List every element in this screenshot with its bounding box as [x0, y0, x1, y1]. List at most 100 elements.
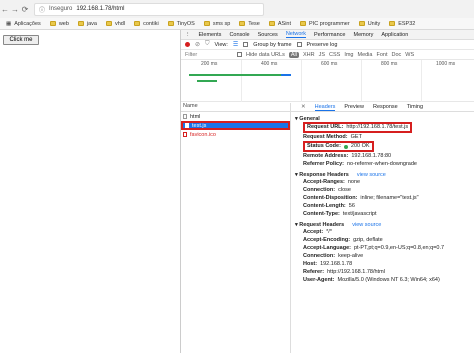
- bookmark-label: ESP32: [398, 20, 416, 27]
- devtools-tabs: ⋮ Elements Console Sources Network Perfo…: [181, 30, 474, 40]
- bookmark-item[interactable]: TinyOS: [167, 20, 195, 27]
- filter-type-js[interactable]: JS: [319, 52, 325, 58]
- address-label: Inseguro: [49, 6, 73, 12]
- hide-data-urls-label: Hide data URLs: [246, 51, 285, 58]
- bookmark-item[interactable]: Tese: [239, 21, 260, 27]
- tab-sources[interactable]: Sources: [258, 32, 278, 38]
- request-url-row: Request URL: http://192.168.1.78/test.js: [295, 122, 474, 133]
- filter-icon[interactable]: ⛉: [205, 41, 210, 48]
- kv-value: GET: [350, 134, 362, 140]
- status-dot-icon: [343, 144, 348, 149]
- tab-application[interactable]: Application: [381, 32, 408, 38]
- tab-elements[interactable]: Elements: [199, 32, 222, 38]
- list-item[interactable]: favicon.ico: [181, 130, 290, 139]
- address-bar[interactable]: ⓘ Inseguro 192.168.1.78/html: [34, 2, 264, 16]
- bookmark-item[interactable]: vhdl: [106, 21, 125, 27]
- bookmark-label: vhdl: [115, 20, 126, 27]
- request-url-highlight: Request URL: http://192.168.1.78/test.js: [303, 122, 413, 133]
- back-icon[interactable]: ←: [0, 4, 10, 14]
- timeline-bar: [189, 74, 281, 76]
- bookmark-item[interactable]: contiki: [134, 21, 159, 27]
- filter-type-doc[interactable]: Doc: [391, 52, 401, 58]
- click-me-button[interactable]: Click me: [3, 35, 39, 45]
- request-header-row: Accept-Encoding: gzip, deflate: [295, 236, 474, 244]
- view-label: View:: [214, 41, 228, 48]
- bookmark-item[interactable]: ASint: [268, 21, 291, 27]
- file-icon: [183, 114, 187, 119]
- tab-console[interactable]: Console: [229, 32, 249, 38]
- hide-data-urls-checkbox[interactable]: [237, 52, 242, 57]
- timeline-tick: 1000 ms: [436, 61, 456, 67]
- request-header-row: Connection: keep-alive: [295, 252, 474, 260]
- forward-icon[interactable]: →: [10, 4, 20, 14]
- address-url[interactable]: 192.168.1.78/html: [76, 6, 124, 12]
- info-icon: ⓘ: [39, 7, 46, 14]
- response-header-row: Connection: close: [295, 186, 474, 194]
- bookmark-label: java: [86, 20, 97, 27]
- bookmark-item[interactable]: ESP32: [389, 21, 415, 27]
- tab-preview[interactable]: Preview: [344, 104, 364, 110]
- reload-icon[interactable]: ⟳: [20, 4, 30, 14]
- bookmark-label: web: [58, 20, 69, 27]
- filter-bar: Filter Hide data URLs All XHR JS CSS Img…: [181, 50, 474, 60]
- bookmark-label: TinyOS: [176, 20, 195, 27]
- clear-icon[interactable]: ⊘: [195, 41, 200, 48]
- view-source-link[interactable]: view source: [357, 172, 386, 178]
- folder-icon: [203, 21, 210, 26]
- bookmark-item[interactable]: ▦ Aplicações: [6, 21, 41, 27]
- bookmark-item[interactable]: PIC programmer: [300, 21, 350, 27]
- status-code-row: Status Code: 200 OK: [295, 141, 474, 152]
- kv-value: http://192.168.1.78/test.js: [346, 124, 409, 130]
- bookmark-label: Aplicações: [14, 20, 41, 27]
- file-icon: [185, 123, 189, 128]
- tab-timing[interactable]: Timing: [407, 104, 423, 110]
- view-source-link[interactable]: view source: [352, 222, 381, 228]
- filter-type-media[interactable]: Media: [357, 52, 372, 58]
- response-header-row: Accept-Ranges: none: [295, 178, 474, 186]
- view-list-icon[interactable]: ☰: [233, 41, 238, 48]
- tab-performance[interactable]: Performance: [314, 32, 346, 38]
- kv-value: no-referrer-when-downgrade: [346, 161, 417, 167]
- list-item-label: test.js: [192, 122, 207, 129]
- filter-input[interactable]: Filter: [185, 52, 233, 58]
- kv-key: Request Method:: [303, 134, 348, 140]
- tab-response[interactable]: Response: [373, 104, 398, 110]
- bookmark-item[interactable]: sms sp: [203, 21, 230, 27]
- filter-type-xhr[interactable]: XHR: [303, 52, 315, 58]
- apps-icon: ▦: [6, 20, 12, 27]
- record-icon[interactable]: [185, 42, 190, 47]
- timeline-gridline: [241, 60, 242, 102]
- kv-key: Request URL:: [307, 124, 344, 130]
- timeline-tick: 800 ms: [381, 61, 398, 67]
- tab-network[interactable]: Network: [285, 31, 306, 38]
- tab-headers[interactable]: Headers: [314, 104, 336, 111]
- folder-icon: [134, 21, 141, 26]
- kv-value: 56: [348, 203, 355, 209]
- group-by-frame-checkbox[interactable]: [243, 42, 249, 47]
- tab-memory[interactable]: Memory: [353, 32, 373, 38]
- bookmark-item[interactable]: web: [49, 20, 69, 27]
- filter-type-all[interactable]: All: [288, 51, 299, 58]
- bookmark-label: Unity: [367, 20, 381, 27]
- bookmark-label: PIC programmer: [309, 20, 350, 27]
- list-item[interactable]: test.js: [181, 121, 290, 130]
- bookmark-item[interactable]: java: [77, 20, 97, 27]
- folder-icon: [106, 21, 112, 26]
- list-item[interactable]: html: [181, 112, 290, 121]
- request-list: Name html test.js favicon.ico: [181, 103, 291, 353]
- filter-type-font[interactable]: Font: [376, 52, 387, 58]
- filter-type-img[interactable]: Img: [344, 52, 353, 58]
- timeline-gridline: [421, 60, 422, 102]
- filter-type-ws[interactable]: WS: [405, 52, 414, 58]
- request-method-row: Request Method: GET: [295, 133, 474, 141]
- bookmark-label: contiki: [143, 20, 159, 27]
- devtools-menu-icon[interactable]: ⋮: [185, 32, 191, 38]
- kv-value: pt-PT,pt;q=0.9,en-US;q=0.8,en;q=0.7: [353, 245, 445, 251]
- folder-icon: [358, 21, 365, 26]
- filter-type-css[interactable]: CSS: [329, 52, 340, 58]
- bookmark-item[interactable]: Unity: [358, 20, 381, 27]
- preserve-log-checkbox[interactable]: [296, 42, 302, 47]
- kv-key: Status Code:: [307, 143, 341, 149]
- close-details-icon[interactable]: ✕: [301, 104, 306, 110]
- kv-key: Accept-Ranges:: [303, 179, 345, 185]
